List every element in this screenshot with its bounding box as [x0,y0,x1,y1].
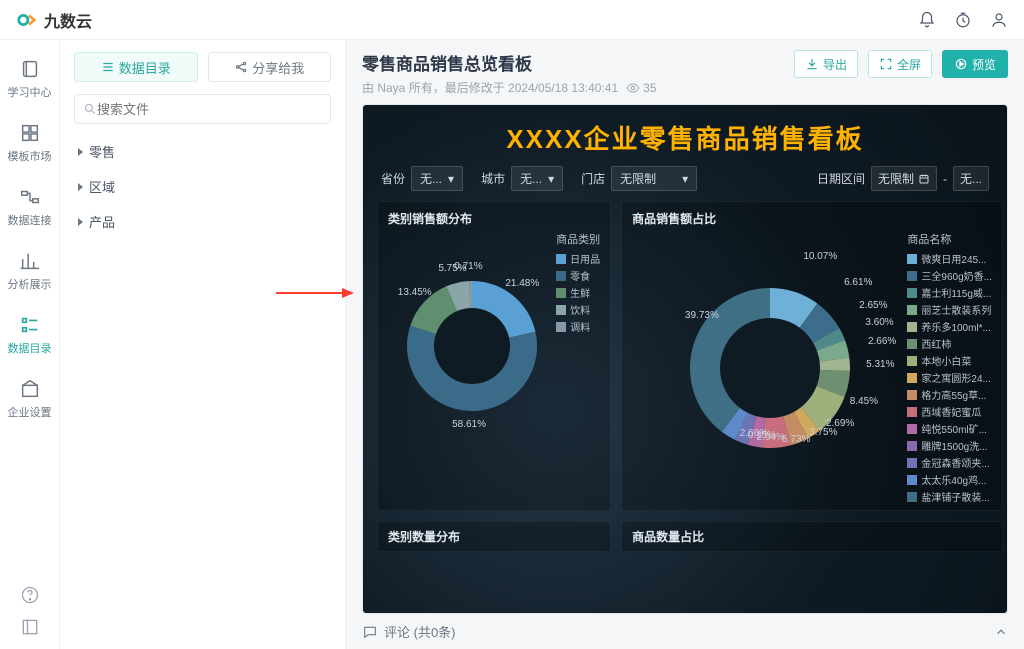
bell-icon[interactable] [918,11,936,29]
annotation-arrow [276,288,354,298]
file-panel: 数据目录 分享给我 零售 区域 产品 [60,40,346,649]
calendar-icon [918,173,930,185]
tree-item-product[interactable]: 产品 [74,204,331,239]
brand-name: 九数云 [44,8,92,32]
legend-product-sales: 商品名称 微爽日用245...三全960g奶香...嘉士利115g威...丽芝士… [907,231,992,504]
filter-city[interactable]: 无...▾ [511,166,563,191]
panel-category-sales: 类别销售额分布 21.48%58.61%13.45%5.75%0.71% 商品类… [377,201,611,511]
brand-logo[interactable]: 九数云 [16,8,92,32]
filter-province[interactable]: 无...▾ [411,166,463,191]
list-icon [101,60,115,74]
tree-item-region[interactable]: 区域 [74,169,331,204]
chevron-up-icon[interactable] [994,625,1008,639]
caret-right-icon [78,183,83,191]
caret-right-icon [78,218,83,226]
collapse-icon[interactable] [20,617,40,637]
panel-product-sales: 商品销售额占比 10.07%6.61%2.65%3.60%2.66%5.31%8… [621,201,1003,511]
search-input[interactable] [97,102,322,117]
doc-title: 零售商品销售总览看板 [362,50,794,75]
comments-bar[interactable]: 评论 (共0条) [346,614,1024,649]
filter-date-to[interactable]: 无... [953,166,989,191]
nav-connect[interactable]: 数据连接 [0,176,59,238]
panel-category-qty: 类别数量分布 [377,521,611,552]
nav-templates[interactable]: 模板市场 [0,112,59,174]
main: 零售商品销售总览看板 由 Naya 所有，最后修改于 2024/05/18 13… [346,40,1024,649]
fullscreen-icon [879,57,893,71]
nav-settings[interactable]: 企业设置 [0,368,59,430]
search-input-wrap[interactable] [74,94,331,124]
chevron-down-icon: ▾ [548,172,554,186]
nav-analysis[interactable]: 分析展示 [0,240,59,302]
filter-date-from[interactable]: 无限制 [871,166,937,191]
nav-catalog[interactable]: 数据目录 [0,304,59,366]
user-icon[interactable] [990,11,1008,29]
help-icon[interactable] [20,585,40,605]
export-icon [805,57,819,71]
clock-icon[interactable] [954,11,972,29]
doc-meta: 由 Naya 所有，最后修改于 2024/05/18 13:40:41 35 [362,79,794,96]
chart-category-sales[interactable]: 21.48%58.61%13.45%5.75%0.71% [388,231,556,461]
caret-right-icon [78,148,83,156]
preview-icon [954,57,968,71]
nav-rail: 学习中心 模板市场 数据连接 分析展示 数据目录 企业设置 [0,40,60,649]
nav-learn[interactable]: 学习中心 [0,48,59,110]
tree-item-retail[interactable]: 零售 [74,134,331,169]
legend-category-sales: 商品类别 日用品零食生鲜饮料调料 [556,231,600,461]
file-tree: 零售 区域 产品 [74,134,331,239]
doc-header: 零售商品销售总览看板 由 Naya 所有，最后修改于 2024/05/18 13… [346,40,1024,104]
tab-catalog[interactable]: 数据目录 [74,52,198,82]
export-button[interactable]: 导出 [794,50,858,78]
top-header: 九数云 [0,0,1024,40]
search-icon [83,102,97,116]
eye-icon [626,81,640,95]
panel-product-qty: 商品数量占比 [621,521,1003,552]
dashboard-title: XXXX企业零售商品销售看板 [363,105,1007,166]
preview-button[interactable]: 预览 [942,50,1008,78]
chart-product-sales[interactable]: 10.07%6.61%2.65%3.60%2.66%5.31%8.45%2.69… [632,231,907,504]
share-icon [234,60,248,74]
comment-icon [362,624,378,640]
chevron-down-icon: ▾ [448,172,454,186]
fullscreen-button[interactable]: 全屏 [868,50,932,78]
tab-shared[interactable]: 分享给我 [208,52,332,82]
chevron-down-icon: ▾ [682,172,688,186]
filter-store[interactable]: 无限制▾ [611,166,697,191]
filters: 省份无...▾ 城市无...▾ 门店无限制▾ 日期区间 无限制 - 无... [363,166,1007,201]
dashboard: XXXX企业零售商品销售看板 省份无...▾ 城市无...▾ 门店无限制▾ 日期… [362,104,1008,614]
